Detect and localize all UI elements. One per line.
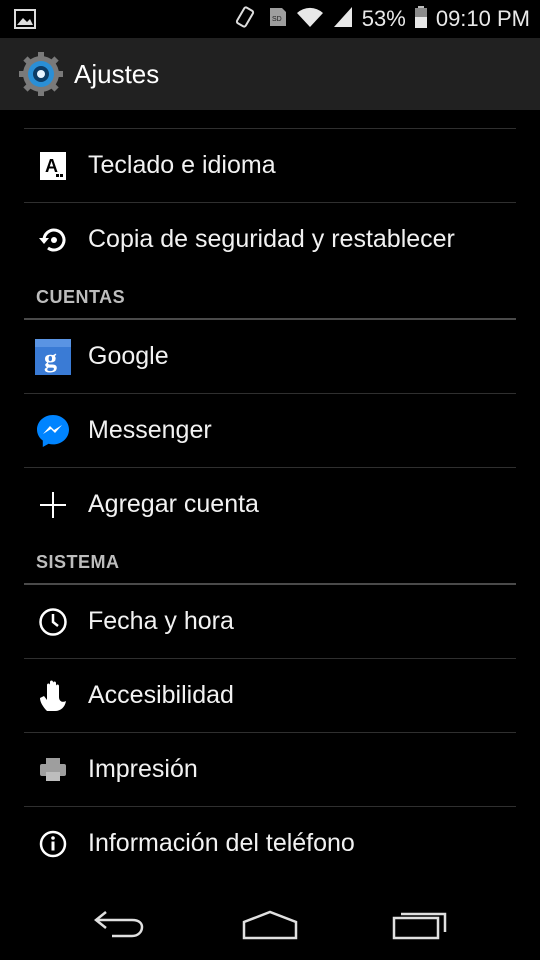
settings-list: A Teclado e idioma Copia de seguridad y …: [0, 110, 540, 880]
status-bar: SD 53% 09:10 PM: [0, 0, 540, 38]
section-header-accounts: CUENTAS: [0, 276, 540, 318]
settings-item-label: Fecha y hora: [88, 607, 234, 635]
clock-icon: [34, 603, 72, 641]
account-item-label: Messenger: [88, 416, 212, 444]
settings-item-date-time[interactable]: Fecha y hora: [0, 585, 540, 658]
settings-item-label: Teclado e idioma: [88, 151, 276, 179]
svg-text:A: A: [45, 156, 58, 176]
backup-restore-icon: [34, 221, 72, 259]
settings-item-label: Copia de seguridad y restablecer: [88, 225, 455, 253]
keyboard-language-icon: A: [34, 147, 72, 185]
settings-item-keyboard-language[interactable]: A Teclado e idioma: [0, 129, 540, 202]
battery-percent: 53%: [361, 6, 406, 31]
vibrate-icon: [232, 4, 258, 35]
settings-item-label: Impresión: [88, 755, 198, 783]
settings-item-accessibility[interactable]: Accesibilidad: [0, 659, 540, 732]
account-item-label: Google: [88, 342, 169, 370]
section-header-label: CUENTAS: [36, 287, 126, 307]
messenger-icon: [34, 412, 72, 450]
settings-item-label: Información del teléfono: [88, 829, 355, 857]
signal-icon: [332, 5, 354, 34]
hand-icon: [34, 677, 72, 715]
sd-card-icon: SD: [266, 6, 288, 33]
section-header-label: SISTEMA: [36, 552, 120, 572]
wifi-icon: [296, 5, 324, 34]
add-account-label: Agregar cuenta: [88, 490, 259, 518]
google-icon: g: [34, 338, 72, 376]
account-item-messenger[interactable]: Messenger: [0, 394, 540, 467]
section-header-system: SISTEMA: [0, 541, 540, 583]
home-icon[interactable]: [230, 900, 310, 950]
action-bar: Ajustes: [0, 38, 540, 110]
recents-icon[interactable]: [380, 900, 460, 950]
settings-gear-icon[interactable]: [18, 51, 64, 97]
printer-icon: [34, 751, 72, 789]
info-icon: [34, 825, 72, 863]
back-icon[interactable]: [80, 900, 160, 950]
page-title: Ajustes: [74, 58, 160, 89]
settings-item-phone-info[interactable]: Información del teléfono: [0, 807, 540, 880]
settings-item-label: Accesibilidad: [88, 681, 234, 709]
svg-text:SD: SD: [272, 16, 282, 23]
account-item-google[interactable]: g Google: [0, 320, 540, 393]
add-account-button[interactable]: Agregar cuenta: [0, 468, 540, 541]
navigation-bar: [0, 890, 540, 960]
clock-time: 09:10 PM: [435, 6, 530, 31]
plus-icon: [34, 486, 72, 524]
settings-item-backup-restore[interactable]: Copia de seguridad y restablecer: [0, 203, 540, 276]
battery-icon: [414, 5, 428, 34]
svg-text:g: g: [44, 344, 57, 373]
settings-item-printing[interactable]: Impresión: [0, 733, 540, 806]
gallery-icon: [14, 9, 36, 34]
